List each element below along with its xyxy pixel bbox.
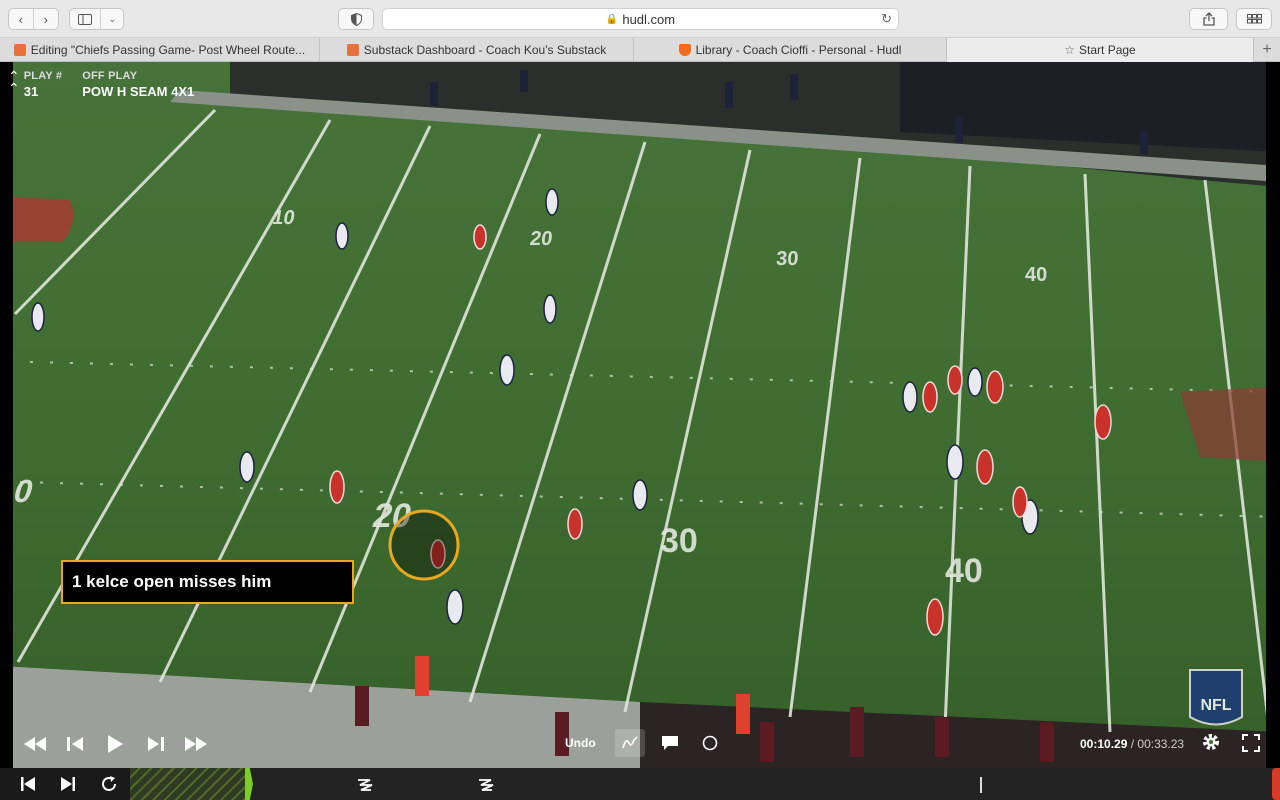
timeline-marker[interactable] xyxy=(980,777,982,793)
fullscreen-icon xyxy=(1242,734,1260,752)
fast-forward-button[interactable] xyxy=(183,732,209,756)
comment-tool-button[interactable] xyxy=(659,732,681,754)
drawing-marker[interactable] xyxy=(354,775,376,793)
svg-text:NFL: NFL xyxy=(1200,697,1231,714)
substack-favicon-icon xyxy=(13,44,26,56)
refresh-icon xyxy=(102,776,116,791)
chevron-right-icon: › xyxy=(43,11,48,27)
time-separator: / xyxy=(1127,737,1138,751)
yard-number: 30 xyxy=(660,522,698,560)
letterbox-right xyxy=(1266,62,1280,768)
tab-substack-dashboard[interactable]: Substack Dashboard - Coach Kou's Substac… xyxy=(320,38,634,62)
tab-strip: Editing "Chiefs Passing Game- Post Wheel… xyxy=(0,38,1280,62)
drawing-marker[interactable] xyxy=(475,775,497,793)
time-display: 00:10.29 / 00:33.23 xyxy=(1080,737,1184,751)
yard-number: 40 xyxy=(945,552,983,590)
yard-number: 10 xyxy=(271,207,297,229)
rewind-button[interactable] xyxy=(22,732,48,756)
tab-start-page[interactable]: ☆ Start Page xyxy=(947,38,1254,62)
nfl-logo-icon: NFL xyxy=(1189,669,1243,726)
duration: 00:33.23 xyxy=(1137,737,1185,751)
play-number-label: PLAY # xyxy=(23,70,63,82)
fast-forward-icon xyxy=(185,737,207,751)
spotlight-circle[interactable] xyxy=(388,509,460,581)
pen-icon xyxy=(358,779,373,791)
skip-forward-icon xyxy=(61,777,75,791)
skip-back-icon xyxy=(21,777,35,791)
sidebar-menu-button[interactable]: ⌄ xyxy=(101,9,123,29)
timeline-track[interactable] xyxy=(130,768,1280,800)
undo-button[interactable]: Undo xyxy=(565,736,596,750)
chevron-left-icon: ‹ xyxy=(18,11,23,27)
collapse-icon[interactable]: ⌃ ⌃ xyxy=(8,69,20,95)
forward-button[interactable]: › xyxy=(34,9,58,29)
back-button[interactable]: ‹ xyxy=(9,9,34,29)
off-play-value: POW H SEAM 4X1 xyxy=(82,84,195,99)
play-button[interactable] xyxy=(104,732,126,756)
comment-icon xyxy=(662,736,678,750)
gear-icon xyxy=(1203,734,1219,750)
current-time: 00:10.29 xyxy=(1080,737,1128,751)
browser-toolbar: ‹ › ⌄ 🔒 hudl.com ↻ xyxy=(0,0,1280,38)
timeline-end-marker xyxy=(1272,768,1280,800)
sidebar-controls: ⌄ xyxy=(69,8,124,30)
tab-grid-icon xyxy=(1246,14,1262,24)
tab-label: Editing "Chiefs Passing Game- Post Wheel… xyxy=(30,43,306,57)
loop-button[interactable] xyxy=(98,774,120,794)
star-icon: ☆ xyxy=(1064,43,1076,57)
fullscreen-button[interactable] xyxy=(1240,732,1262,754)
history-nav: ‹ › xyxy=(8,8,59,30)
step-back-icon xyxy=(67,737,83,751)
step-forward-icon xyxy=(148,737,164,751)
lock-icon: 🔒 xyxy=(605,13,619,25)
new-tab-button[interactable]: + xyxy=(1254,38,1280,62)
sidebar-icon xyxy=(78,13,93,25)
step-back-button[interactable] xyxy=(64,732,86,756)
share-button[interactable] xyxy=(1189,8,1228,30)
address-bar[interactable]: 🔒 hudl.com ↻ xyxy=(382,8,899,30)
timeline-progress xyxy=(130,768,248,800)
circle-tool-button[interactable] xyxy=(699,732,721,754)
substack-favicon-icon xyxy=(346,44,359,56)
reload-icon[interactable]: ↻ xyxy=(881,11,892,27)
annotation-textbox[interactable]: 1 kelce open misses him xyxy=(61,560,354,604)
freehand-tool-button[interactable] xyxy=(619,732,641,754)
play-icon xyxy=(108,735,123,753)
tab-label: Start Page xyxy=(1079,43,1136,57)
step-forward-button[interactable] xyxy=(145,732,167,756)
privacy-report-button[interactable] xyxy=(338,8,374,30)
plus-icon: + xyxy=(1262,41,1272,58)
chevron-down-icon: ⌄ xyxy=(108,13,116,24)
pen-icon xyxy=(622,736,638,749)
clip-timeline[interactable] xyxy=(0,768,1280,800)
play-info: ⌃ ⌃ PLAY # 31 OFF PLAY POW H SEAM 4X1 xyxy=(8,69,195,99)
play-number: 31 xyxy=(23,84,39,99)
tab-overview-button[interactable] xyxy=(1236,8,1272,30)
tab-hudl-library[interactable]: Library - Coach Cioffi - Personal - Hudl xyxy=(634,38,947,62)
off-play-label: OFF PLAY xyxy=(82,70,138,82)
yard-number: 30 xyxy=(775,248,799,270)
pen-icon xyxy=(479,779,494,791)
next-clip-button[interactable] xyxy=(58,775,78,793)
yard-number: 20 xyxy=(529,228,554,250)
video-player[interactable]: 10 20 30 40 10 20 30 40 NFL ⌃ ⌃ PLAY # 3… xyxy=(0,62,1280,768)
rewind-icon xyxy=(24,737,46,751)
tab-editing-chiefs[interactable]: Editing "Chiefs Passing Game- Post Wheel… xyxy=(0,38,320,62)
share-icon xyxy=(1202,12,1215,26)
settings-button[interactable] xyxy=(1199,730,1223,754)
football-field-frame: 10 20 30 40 10 20 30 40 NFL xyxy=(0,62,1280,768)
tab-label: Substack Dashboard - Coach Kou's Substac… xyxy=(363,43,607,57)
yard-number: 40 xyxy=(1025,264,1047,286)
hudl-favicon-icon xyxy=(678,44,691,56)
shield-icon xyxy=(350,12,362,26)
circle-icon xyxy=(702,735,718,751)
tab-label: Library - Coach Cioffi - Personal - Hudl xyxy=(695,43,902,57)
previous-clip-button[interactable] xyxy=(18,775,38,793)
letterbox-left xyxy=(0,62,13,768)
sidebar-toggle-button[interactable] xyxy=(70,9,102,29)
url-text: hudl.com xyxy=(622,11,676,27)
